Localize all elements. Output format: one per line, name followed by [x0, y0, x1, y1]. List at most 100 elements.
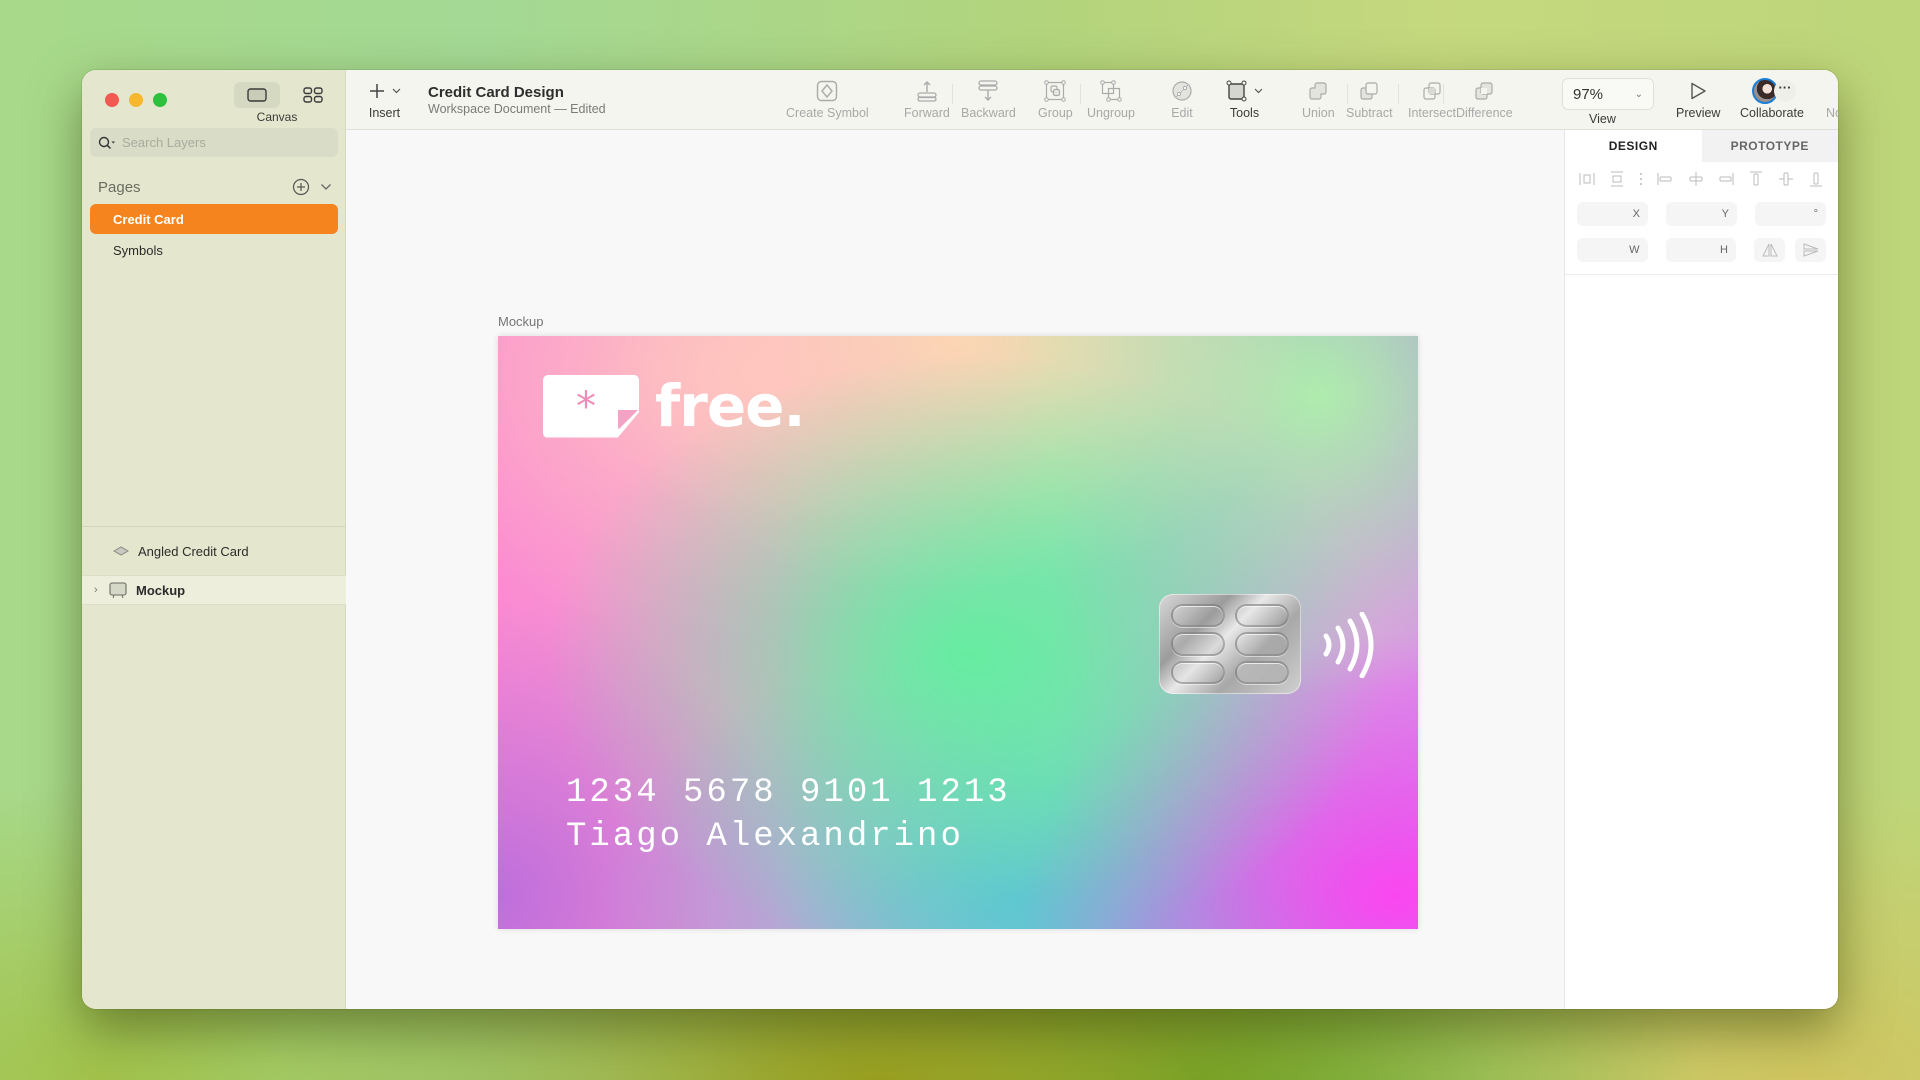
search-icon — [98, 136, 115, 149]
card-chip-icon[interactable] — [1159, 594, 1301, 694]
zoom-window-button[interactable] — [153, 93, 167, 107]
grid-view-button[interactable] — [290, 82, 336, 108]
distribute-horizontal-icon[interactable] — [1579, 171, 1595, 187]
contactless-icon[interactable] — [1320, 612, 1376, 678]
rotation-field[interactable]: ° — [1755, 202, 1826, 226]
size-fields: W H — [1565, 238, 1838, 262]
align-center-horizontal-icon[interactable] — [1688, 171, 1704, 187]
zoom-level-dropdown[interactable]: 97% ⌄ — [1562, 78, 1654, 110]
page-item-credit-card[interactable]: Credit Card — [90, 204, 338, 234]
chevron-down-icon: ⌄ — [1634, 88, 1643, 100]
tools-button[interactable]: Tools — [1226, 78, 1263, 120]
forward-button[interactable]: Forward — [904, 78, 950, 120]
insert-label: Insert — [368, 106, 401, 120]
union-button[interactable]: Union — [1302, 78, 1335, 120]
card-holder-name[interactable]: Tiago Alexandrino — [566, 818, 964, 856]
difference-icon — [1475, 82, 1493, 100]
position-fields: X Y ° — [1565, 202, 1838, 226]
window-controls — [105, 93, 167, 107]
tab-prototype[interactable]: PROTOTYPE — [1701, 130, 1838, 162]
layer-row-mockup[interactable]: › Mockup — [82, 575, 346, 605]
y-input[interactable] — [1681, 208, 1722, 220]
layer-label: Angled Credit Card — [138, 543, 249, 559]
collaborate-button[interactable]: ··· Collaborate — [1740, 78, 1804, 120]
edit-button[interactable]: Edit — [1171, 78, 1193, 120]
group-icon — [1044, 80, 1067, 102]
app-window: Canvas Pages Credit Card Symbols Angled … — [82, 70, 1838, 1009]
pages-title: Pages — [98, 178, 141, 196]
notifications-button[interactable]: Notifications — [1826, 78, 1838, 120]
flip-vertical-icon — [1803, 243, 1818, 257]
close-window-button[interactable] — [105, 93, 119, 107]
brand-logo[interactable]: * free. — [543, 372, 806, 440]
canvas-view-button[interactable] — [234, 82, 280, 108]
brand-wordmark: free. — [655, 372, 806, 440]
search-layers-field[interactable] — [90, 128, 338, 157]
view-label: View — [1589, 112, 1616, 126]
x-field[interactable]: X — [1577, 202, 1648, 226]
canvas-view-icon — [247, 88, 267, 102]
align-top-icon[interactable] — [1748, 171, 1764, 187]
align-right-icon[interactable] — [1718, 171, 1734, 187]
difference-button[interactable]: Difference — [1456, 78, 1513, 120]
distribute-vertical-icon[interactable] — [1609, 171, 1625, 187]
document-title: Credit Card Design — [428, 84, 564, 101]
plus-icon — [370, 84, 384, 98]
insert-button[interactable]: Insert — [368, 78, 401, 120]
inspector-tabs: DESIGN PROTOTYPE — [1565, 130, 1838, 162]
more-collaborators-icon[interactable]: ··· — [1773, 80, 1796, 102]
asterisk-glyph: * — [576, 383, 596, 430]
view-switch — [234, 82, 336, 108]
chevron-down-icon — [1254, 88, 1263, 94]
subtract-button[interactable]: Subtract — [1346, 78, 1393, 120]
inspector-panel: DESIGN PROTOTYPE X Y ° W H — [1564, 130, 1838, 1009]
layer-row-angled-credit-card[interactable]: Angled Credit Card — [82, 536, 346, 566]
document-title-block[interactable]: Credit Card Design Workspace Document — … — [428, 84, 606, 116]
chevron-down-icon — [392, 88, 401, 94]
symbol-instance-icon — [112, 546, 130, 556]
tab-design[interactable]: DESIGN — [1565, 130, 1702, 162]
flip-horizontal-button[interactable] — [1754, 238, 1785, 262]
align-middle-vertical-icon[interactable] — [1778, 171, 1794, 187]
ungroup-icon — [1100, 80, 1122, 102]
more-align-icon[interactable] — [1639, 171, 1643, 187]
pages-layers-divider — [82, 526, 346, 527]
edit-path-icon — [1172, 81, 1192, 101]
backward-button[interactable]: Backward — [961, 78, 1016, 120]
canvas[interactable]: Mockup * free. 1234 5678 9101 1213 Tiago… — [346, 130, 1646, 1009]
bring-forward-icon — [917, 81, 937, 102]
flip-vertical-button[interactable] — [1795, 238, 1826, 262]
create-symbol-button[interactable]: Create Symbol — [786, 78, 869, 120]
ungroup-button[interactable]: Ungroup — [1087, 78, 1135, 120]
flip-horizontal-icon — [1761, 243, 1778, 257]
page-item-label: Symbols — [113, 242, 163, 258]
layer-label: Mockup — [136, 582, 186, 598]
align-left-icon[interactable] — [1657, 171, 1673, 187]
collapse-pages-chevron-icon[interactable] — [320, 183, 332, 191]
x-input[interactable] — [1592, 208, 1633, 220]
minimize-window-button[interactable] — [129, 93, 143, 107]
search-layers-input[interactable] — [122, 135, 322, 150]
credit-card-artboard[interactable]: * free. 1234 5678 9101 1213 Tiago Alexan… — [498, 336, 1418, 929]
intersect-button[interactable]: Intersect — [1408, 78, 1456, 120]
preview-button[interactable]: Preview — [1676, 78, 1720, 120]
group-button[interactable]: Group — [1038, 78, 1073, 120]
width-input[interactable] — [1589, 244, 1630, 256]
intersect-icon — [1423, 82, 1441, 100]
page-item-label: Credit Card — [113, 211, 184, 227]
height-field[interactable]: H — [1665, 238, 1736, 262]
pages-header: Pages — [98, 178, 338, 196]
y-field[interactable]: Y — [1666, 202, 1737, 226]
add-page-icon[interactable] — [292, 178, 310, 196]
page-item-symbols[interactable]: Symbols — [90, 235, 338, 265]
rotation-input[interactable] — [1773, 208, 1814, 220]
height-input[interactable] — [1680, 244, 1721, 256]
union-icon — [1309, 82, 1327, 100]
artboard-label[interactable]: Mockup — [498, 314, 544, 329]
expand-chevron-icon[interactable]: › — [94, 584, 108, 596]
align-bottom-icon[interactable] — [1808, 171, 1824, 187]
create-symbol-icon — [817, 80, 838, 102]
width-field[interactable]: W — [1577, 238, 1648, 262]
sidebar: Canvas Pages Credit Card Symbols Angled … — [82, 70, 346, 1009]
card-number[interactable]: 1234 5678 9101 1213 — [566, 774, 1011, 812]
